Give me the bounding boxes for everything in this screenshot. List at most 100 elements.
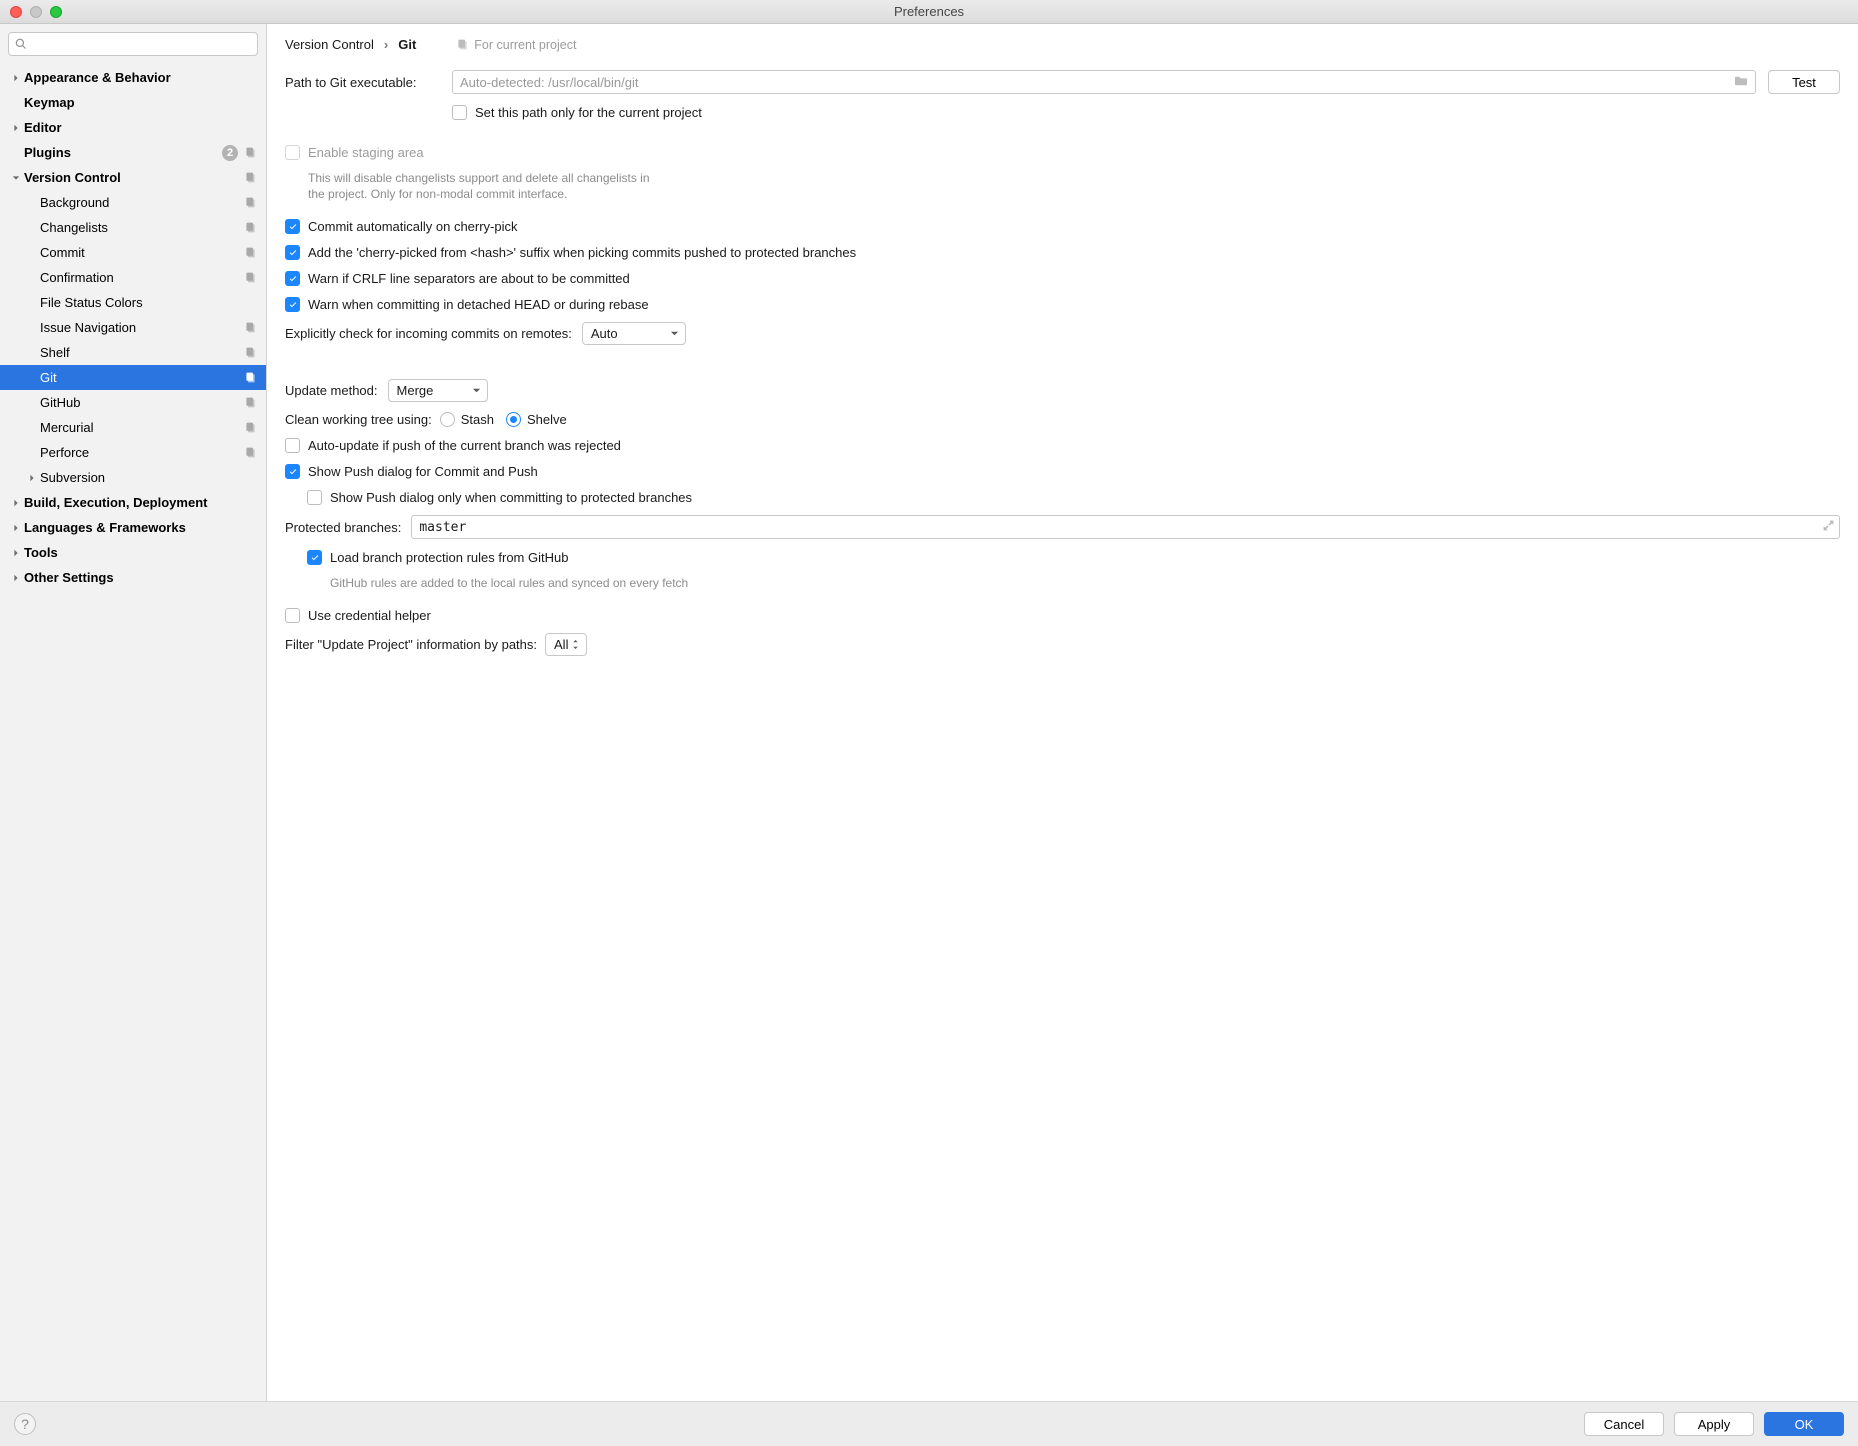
window-close-button[interactable] [10,6,22,18]
window-titlebar: Preferences [0,0,1858,24]
breadcrumb-root[interactable]: Version Control [285,37,374,52]
filter-select[interactable]: All [545,633,587,656]
path-label: Path to Git executable: [285,75,452,90]
sidebar-item[interactable]: Confirmation [0,265,266,290]
clean-stash-radio[interactable]: Stash [440,412,494,427]
cherry-suffix-checkbox[interactable] [285,245,300,260]
sidebar-item[interactable]: Git [0,365,266,390]
disclosure-arrow-icon[interactable] [8,174,24,182]
help-button[interactable]: ? [14,1413,36,1435]
show-push-label: Show Push dialog for Commit and Push [308,463,538,480]
sidebar-item[interactable]: Other Settings [0,565,266,590]
warn-crlf-checkbox[interactable] [285,271,300,286]
sidebar-item[interactable]: Version Control [0,165,266,190]
sidebar-item-label: Commit [40,245,242,260]
sidebar-item-label: Other Settings [24,570,258,585]
test-button[interactable]: Test [1768,70,1840,94]
project-scope-icon [242,371,258,384]
project-scope-icon [242,221,258,234]
project-scope-icon [242,196,258,209]
ok-button[interactable]: OK [1764,1412,1844,1436]
project-scope-icon [242,271,258,284]
settings-search[interactable] [8,32,258,56]
sidebar-item-label: Plugins [24,145,222,160]
protected-branches-input[interactable]: master [411,515,1840,539]
clean-shelve-radio[interactable]: Shelve [506,412,567,427]
warn-detached-checkbox[interactable] [285,297,300,312]
project-scope-icon [242,321,258,334]
sidebar-item[interactable]: Mercurial [0,415,266,440]
plugin-updates-badge: 2 [222,145,238,161]
disclosure-arrow-icon[interactable] [8,124,24,132]
remote-check-select[interactable]: Auto [582,322,686,345]
remote-check-label: Explicitly check for incoming commits on… [285,326,572,341]
update-method-select[interactable]: Merge [388,379,488,402]
warn-crlf-label: Warn if CRLF line separators are about t… [308,270,630,287]
warn-detached-label: Warn when committing in detached HEAD or… [308,296,649,313]
set-path-project-checkbox[interactable] [452,105,467,120]
window-minimize-button [30,6,42,18]
auto-update-checkbox[interactable] [285,438,300,453]
sidebar-item-label: Keymap [24,95,258,110]
show-push-protected-checkbox[interactable] [307,490,322,505]
sidebar-item[interactable]: Keymap [0,90,266,115]
chevron-down-icon [472,383,481,398]
set-path-project-label: Set this path only for the current proje… [475,104,702,121]
sidebar-item-label: File Status Colors [40,295,258,310]
cred-helper-label: Use credential helper [308,607,431,624]
show-push-checkbox[interactable] [285,464,300,479]
sidebar-item[interactable]: Subversion [0,465,266,490]
sidebar-item-label: Shelf [40,345,242,360]
git-path-input[interactable]: Auto-detected: /usr/local/bin/git [452,70,1756,94]
sidebar-item-label: Perforce [40,445,242,460]
disclosure-arrow-icon[interactable] [24,474,40,482]
apply-button[interactable]: Apply [1674,1412,1754,1436]
cherry-suffix-label: Add the 'cherry-picked from <hash>' suff… [308,244,856,261]
sidebar-item-label: Git [40,370,242,385]
load-rules-note: GitHub rules are added to the local rule… [330,575,1840,591]
sidebar-item-label: GitHub [40,395,242,410]
sidebar-item[interactable]: Commit [0,240,266,265]
sidebar-item[interactable]: Background [0,190,266,215]
settings-content: Version Control › Git For current projec… [267,24,1858,1401]
sidebar-item-label: Changelists [40,220,242,235]
updown-icon [571,637,580,652]
enable-staging-note: This will disable changelists support an… [308,170,1840,202]
sidebar-item[interactable]: Editor [0,115,266,140]
sidebar-item[interactable]: Tools [0,540,266,565]
sidebar-item[interactable]: Languages & Frameworks [0,515,266,540]
disclosure-arrow-icon[interactable] [8,499,24,507]
update-method-label: Update method: [285,383,378,398]
sidebar-item[interactable]: Issue Navigation [0,315,266,340]
chevron-right-icon: › [384,37,388,52]
sidebar-item[interactable]: Plugins2 [0,140,266,165]
breadcrumb: Version Control › Git For current projec… [285,37,1840,52]
show-push-protected-label: Show Push dialog only when committing to… [330,489,692,506]
window-title: Preferences [894,4,964,19]
load-rules-checkbox[interactable] [307,550,322,565]
disclosure-arrow-icon[interactable] [8,549,24,557]
sidebar-item[interactable]: Appearance & Behavior [0,65,266,90]
disclosure-arrow-icon[interactable] [8,574,24,582]
enable-staging-label: Enable staging area [308,144,424,161]
cred-helper-checkbox[interactable] [285,608,300,623]
sidebar-item[interactable]: GitHub [0,390,266,415]
sidebar-item[interactable]: Build, Execution, Deployment [0,490,266,515]
settings-sidebar: Appearance & BehaviorKeymapEditorPlugins… [0,24,267,1401]
sidebar-item[interactable]: Shelf [0,340,266,365]
expand-icon[interactable] [1822,519,1835,536]
folder-icon[interactable] [1734,75,1748,90]
commit-cherry-checkbox[interactable] [285,219,300,234]
settings-tree: Appearance & BehaviorKeymapEditorPlugins… [0,62,266,1401]
project-scope-icon [242,346,258,359]
disclosure-arrow-icon[interactable] [8,74,24,82]
project-scope-note: For current project [456,38,576,52]
window-zoom-button[interactable] [50,6,62,18]
cancel-button[interactable]: Cancel [1584,1412,1664,1436]
disclosure-arrow-icon[interactable] [8,524,24,532]
sidebar-item[interactable]: Changelists [0,215,266,240]
sidebar-item[interactable]: Perforce [0,440,266,465]
sidebar-item[interactable]: File Status Colors [0,290,266,315]
project-scope-icon [242,246,258,259]
settings-search-input[interactable] [32,37,251,52]
